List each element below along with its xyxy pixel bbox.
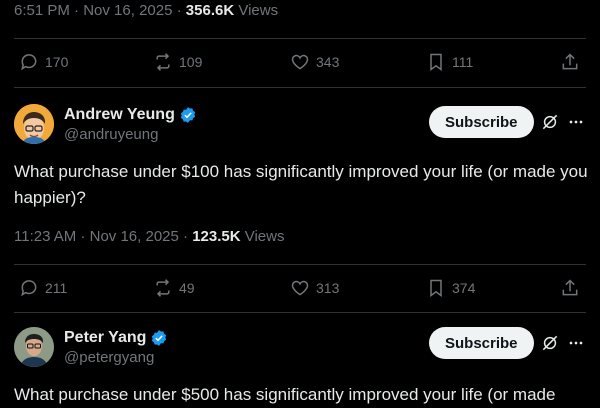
author-name-row: Peter Yang [64,329,168,347]
grok-icon [542,335,558,351]
author-name[interactable]: Andrew Yeung [64,106,175,124]
reply-button[interactable]: 211 [19,273,67,303]
author-handle[interactable]: @andruyeung [64,126,197,143]
divider [14,38,586,39]
heart-icon [291,54,309,70]
reply-icon [21,280,37,297]
avatar-photo-icon [14,327,54,367]
tweet-date[interactable]: Nov 16, 2025 [83,2,172,19]
views-label: Views [238,2,279,19]
grok-button[interactable] [539,332,561,354]
tweet-text: What purchase under $100 has significant… [14,162,588,207]
tweet-meta: 6:51 PM · Nov 16, 2025 · 356.6K Views [14,2,279,19]
bookmark-icon [430,279,442,297]
more-dots-icon [569,341,583,345]
repost-button[interactable]: 49 [153,273,195,303]
share-icon [562,279,578,296]
divider [14,312,586,313]
tweet-date[interactable]: Nov 16, 2025 [90,228,179,245]
author-name-row: Andrew Yeung [64,106,197,124]
bookmark-count: 111 [452,54,474,70]
like-count: 313 [316,280,340,296]
subscribe-button[interactable]: Subscribe [429,106,534,138]
like-button[interactable]: 343 [290,47,339,77]
like-count: 343 [316,54,340,70]
tweet-actions: 211 49 313 374 [14,273,586,303]
avatar[interactable] [14,327,54,367]
author-handle[interactable]: @petergyang [64,349,168,366]
tweet-meta: 11:23 AM · Nov 16, 2025 · 123.5K Views [14,228,285,245]
repost-icon [156,53,170,71]
tweet-text: What purchase under $500 has significant… [14,385,556,404]
tweet-actions: 170 109 343 111 [14,47,586,77]
divider [14,264,586,265]
reply-button[interactable]: 170 [19,47,68,77]
more-dots-icon [569,120,583,124]
share-button[interactable] [560,273,580,303]
avatar[interactable] [14,104,54,144]
tweet-time[interactable]: 11:23 AM [14,228,76,245]
repost-count: 49 [179,280,195,296]
avatar-illustration-icon [14,104,54,144]
bookmark-count: 374 [452,280,476,296]
divider [14,87,586,88]
author-block: Andrew Yeung @andruyeung [64,106,197,143]
heart-icon [291,280,309,296]
reply-count: 211 [45,280,68,296]
views-label: Views [244,228,285,245]
more-button[interactable] [565,332,587,354]
bookmark-icon [430,53,442,71]
repost-icon [156,279,170,297]
more-button[interactable] [565,111,587,133]
views-count: 123.5K [192,228,241,245]
grok-icon [542,114,558,130]
bookmark-button[interactable]: 374 [426,273,475,303]
verified-badge-icon [152,330,167,346]
subscribe-button[interactable]: Subscribe [429,327,534,359]
share-icon [562,53,578,70]
tweet-time[interactable]: 6:51 PM [14,2,70,19]
grok-button[interactable] [539,111,561,133]
reply-icon [21,54,37,71]
repost-count: 109 [179,54,203,70]
bookmark-button[interactable]: 111 [426,47,473,77]
views-count: 356.6K [185,2,235,19]
author-name[interactable]: Peter Yang [64,329,146,347]
repost-button[interactable]: 109 [153,47,202,77]
reply-count: 170 [45,54,69,70]
author-block: Peter Yang @petergyang [64,329,168,366]
like-button[interactable]: 313 [290,273,339,303]
verified-badge-icon [180,107,195,123]
share-button[interactable] [560,47,580,77]
